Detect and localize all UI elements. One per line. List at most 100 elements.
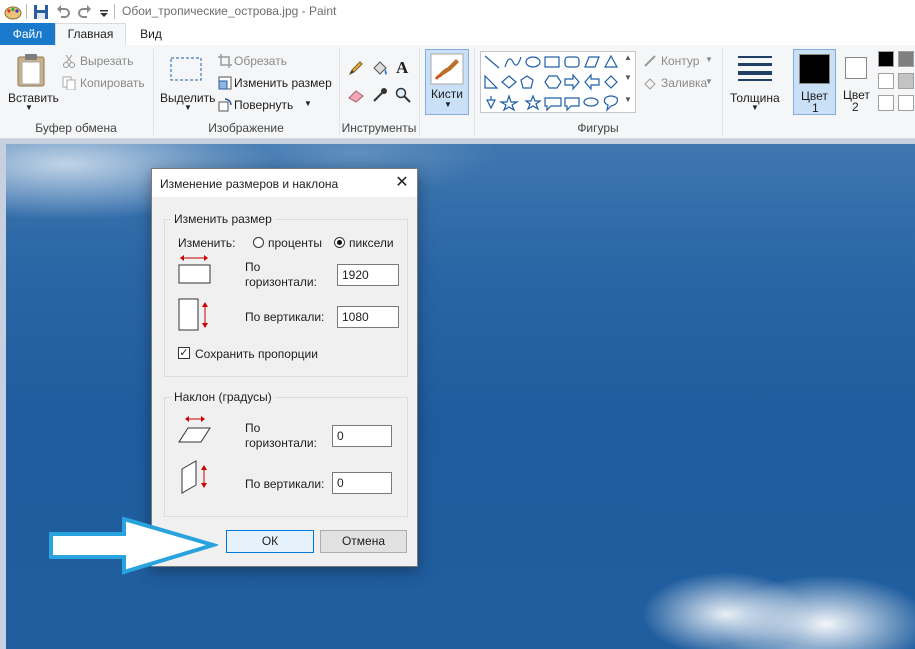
pixels-label[interactable]: пиксели	[349, 236, 394, 250]
outline-icon	[644, 55, 656, 67]
color-picker-icon[interactable]	[372, 87, 388, 103]
tools-group-label: Инструменты	[341, 121, 417, 135]
resize-vertical-label: По вертикали:	[245, 310, 325, 324]
resize-horizontal-label-2: горизонтали:	[245, 275, 317, 289]
resize-label: Изменить размер	[234, 76, 332, 90]
close-icon[interactable]: ✕	[393, 174, 411, 192]
undo-icon[interactable]	[56, 4, 70, 20]
skew-fieldset: Наклон (градусы)	[164, 390, 408, 517]
fill-icon	[644, 78, 656, 90]
scroll-down-icon[interactable]: ▼	[624, 73, 632, 82]
dialog-titlebar: Изменение размеров и наклона ✕	[152, 169, 417, 197]
copy-icon	[62, 76, 76, 90]
chevron-down-icon: ▼	[751, 103, 759, 112]
tab-home[interactable]: Главная	[55, 23, 126, 45]
brushes-label: Кисти	[431, 87, 463, 101]
clipboard-group-label: Буфер обмена	[35, 121, 117, 135]
scissors-icon	[63, 54, 75, 68]
cut-button[interactable]: Вырезать	[62, 53, 152, 71]
crop-label: Обрезать	[234, 54, 287, 68]
color1-swatch	[799, 54, 830, 84]
chevron-down-icon: ▼	[25, 103, 33, 112]
eraser-icon[interactable]	[348, 89, 364, 103]
brushes-button[interactable]: Кисти ▼	[425, 49, 469, 115]
pencil-icon[interactable]	[348, 60, 364, 76]
palette-swatch[interactable]	[898, 73, 914, 89]
color-palette	[878, 51, 915, 117]
fill-button[interactable]: Заливка ▼	[643, 75, 719, 93]
resize-icon	[218, 76, 232, 90]
skew-horizontal-label-2: горизонтали:	[245, 436, 317, 450]
color2-button[interactable]: Цвет 2	[838, 49, 874, 115]
resize-horizontal-input[interactable]: 1920	[337, 264, 399, 286]
palette-swatch[interactable]	[878, 73, 894, 89]
window-title: Обои_тропические_острова.jpg - Paint	[122, 4, 337, 18]
chevron-down-icon: ▼	[304, 99, 312, 108]
rotate-icon	[218, 98, 232, 112]
fill-label: Заливка	[661, 76, 708, 90]
paint-app-icon	[4, 6, 22, 20]
skew-horizontal-label-1: По	[245, 421, 261, 435]
color2-swatch	[845, 57, 867, 79]
chevron-down-icon: ▼	[705, 77, 713, 86]
keep-ratio-label[interactable]: Сохранить пропорции	[195, 347, 318, 361]
ribbon-tab-bar: Файл Главная Вид	[0, 23, 915, 46]
resize-skew-dialog: Изменение размеров и наклона ✕ Изменить …	[151, 168, 418, 567]
scroll-up-icon[interactable]: ▲	[624, 53, 632, 62]
pixels-radio[interactable]	[334, 237, 345, 248]
skew-horizontal-input[interactable]: 0	[332, 425, 392, 447]
palette-swatch[interactable]	[898, 95, 914, 111]
resize-vertical-input[interactable]: 1080	[337, 306, 399, 328]
ok-button[interactable]: ОК	[226, 530, 314, 553]
gallery-expand-icon[interactable]: ▼	[624, 95, 632, 104]
size-button[interactable]: Толщина ▼	[728, 49, 782, 117]
cut-label: Вырезать	[80, 54, 134, 68]
fill-bucket-icon[interactable]	[371, 60, 389, 76]
percent-radio[interactable]	[253, 237, 264, 248]
shapes-scroll[interactable]: ▲ ▼ ▼	[622, 53, 634, 111]
percent-label[interactable]: проценты	[268, 236, 322, 250]
outline-button[interactable]: Контур ▼	[643, 53, 719, 71]
color1-button[interactable]: Цвет 1	[793, 49, 836, 115]
tab-view[interactable]: Вид	[136, 23, 166, 45]
customize-toolbar-icon[interactable]	[99, 4, 109, 20]
resize-legend: Изменить размер	[171, 212, 275, 226]
annotation-arrow-icon	[49, 516, 218, 575]
select-button[interactable]: Выделить ▼	[158, 49, 215, 117]
horizontal-resize-icon	[178, 255, 211, 284]
crop-button[interactable]: Обрезать	[218, 53, 336, 71]
text-tool-icon[interactable]: A	[396, 58, 408, 78]
palette-swatch[interactable]	[878, 95, 894, 111]
keep-ratio-checkbox[interactable]: ✓	[178, 347, 190, 359]
cancel-button[interactable]: Отмена	[320, 530, 407, 553]
save-icon[interactable]	[33, 4, 49, 20]
rotate-button[interactable]: Повернуть ▼	[218, 97, 336, 115]
tab-file[interactable]: Файл	[0, 23, 55, 45]
copy-button[interactable]: Копировать	[62, 75, 152, 93]
shapes-gallery-icons	[484, 54, 619, 112]
skew-vertical-input[interactable]: 0	[332, 472, 392, 494]
dialog-title: Изменение размеров и наклона	[160, 177, 339, 191]
horizontal-skew-icon	[178, 416, 211, 443]
outline-label: Контур	[661, 54, 700, 68]
color2-number: 2	[852, 100, 859, 114]
resize-horizontal-label-1: По	[245, 260, 261, 274]
palette-swatch[interactable]	[898, 51, 914, 67]
chevron-down-icon: ▼	[705, 55, 713, 64]
resize-button[interactable]: Изменить размер	[218, 75, 336, 93]
skew-vertical-label: По вертикали:	[245, 477, 325, 491]
ribbon: Вставить ▼ Вырезать Копировать Буфер обм…	[0, 45, 915, 139]
redo-icon[interactable]	[78, 4, 92, 20]
magnifier-icon[interactable]	[395, 87, 411, 103]
selection-rectangle-icon	[170, 57, 202, 81]
line-thickness-icon	[738, 56, 772, 81]
radio-selected-dot	[337, 240, 342, 245]
palette-swatch[interactable]	[878, 51, 894, 67]
shapes-gallery[interactable]	[480, 51, 636, 113]
skew-legend: Наклон (градусы)	[171, 390, 275, 404]
image-group-label: Изображение	[208, 121, 284, 135]
paste-button[interactable]: Вставить ▼	[6, 49, 59, 117]
copy-label: Копировать	[80, 76, 145, 90]
paste-label: Вставить	[8, 91, 59, 105]
brush-icon	[430, 53, 464, 85]
